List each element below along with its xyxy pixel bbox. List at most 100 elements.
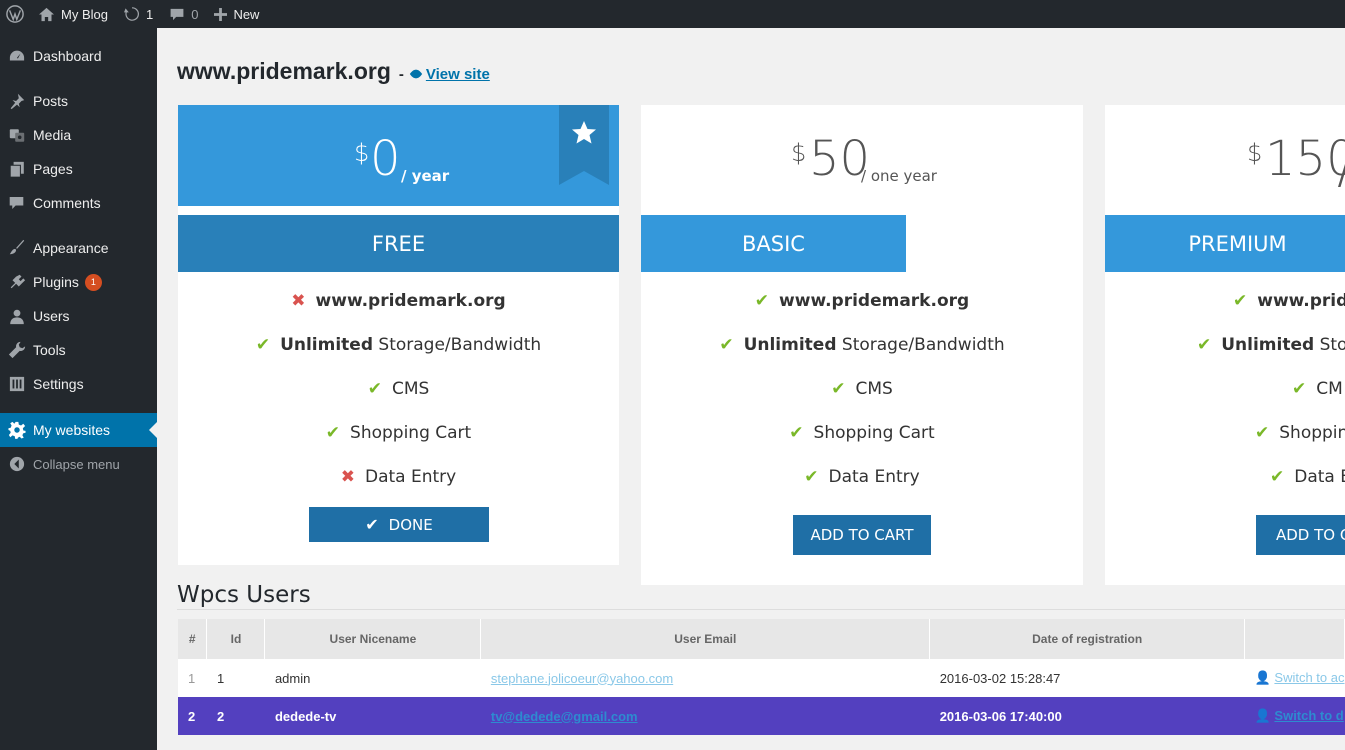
price-period: / bbox=[1338, 157, 1345, 192]
column-header[interactable]: Id bbox=[206, 619, 266, 659]
feature-bold-text: Unlimited bbox=[1221, 335, 1315, 355]
feature-text: Storage/Bandwidth bbox=[373, 335, 542, 355]
wordpress-logo-button[interactable] bbox=[0, 0, 30, 28]
switch-user-link[interactable]: Switch to d bbox=[1274, 708, 1343, 723]
plug-icon bbox=[10, 274, 25, 289]
wordpress-logo-icon bbox=[6, 5, 24, 23]
site-name-link[interactable]: My Blog bbox=[30, 0, 116, 28]
feature-row: ✔ CM bbox=[1292, 379, 1345, 399]
sidebar-item-label: Plugins bbox=[33, 274, 79, 290]
price-amount: 150 bbox=[1265, 131, 1345, 187]
row-number: 2 bbox=[178, 697, 207, 735]
check-icon: ✔ bbox=[831, 379, 846, 399]
feature-text: Stora bbox=[1319, 335, 1345, 355]
sidebar-item-settings[interactable]: Settings bbox=[0, 367, 157, 401]
star-ribbon-icon bbox=[559, 105, 609, 185]
sidebar-item-my-websites[interactable]: My websites bbox=[0, 413, 157, 447]
sidebar-item-users[interactable]: Users bbox=[0, 299, 157, 333]
plan-name: PREMIUM bbox=[1188, 231, 1287, 256]
feature-row: ✔ Unlimited Stora bbox=[1197, 335, 1345, 355]
sidebar-item-appearance[interactable]: Appearance bbox=[0, 231, 157, 265]
feature-text: CMS bbox=[855, 379, 893, 399]
check-icon: ✔ bbox=[325, 423, 341, 443]
user-nicename: admin bbox=[264, 659, 481, 697]
home-icon bbox=[39, 7, 54, 21]
check-icon: ✔ bbox=[255, 335, 271, 355]
feature-text: CM bbox=[1316, 379, 1343, 399]
view-site-label: View site bbox=[425, 65, 490, 83]
column-header bbox=[1244, 619, 1345, 659]
feature-text: Shopping Cart bbox=[350, 423, 472, 443]
sidebar-item-label: Posts bbox=[33, 93, 69, 109]
brush-icon bbox=[9, 239, 24, 255]
price-amount: 0 bbox=[370, 131, 401, 187]
users-table: # Id User Nicename User Email Date of re… bbox=[178, 619, 1345, 735]
check-icon: ✔ bbox=[1270, 467, 1285, 487]
sidebar-item-dashboard[interactable]: Dashboard bbox=[0, 39, 157, 73]
sidebar-item-posts[interactable]: Posts bbox=[0, 84, 157, 118]
feature-row: ✔ Shopping Cart bbox=[641, 423, 1083, 443]
price-header: $ 150 / bbox=[1105, 105, 1345, 206]
feature-row: ✔ CMS bbox=[641, 379, 1083, 399]
sidebar-item-comments[interactable]: Comments bbox=[0, 186, 157, 220]
add-to-cart-button[interactable]: ADD TO CART bbox=[793, 515, 931, 555]
pages-icon bbox=[9, 161, 24, 178]
feature-row: ✔ Data Entry bbox=[641, 467, 1083, 487]
price-currency: $ bbox=[791, 139, 807, 167]
cross-icon: ✖ bbox=[291, 291, 306, 311]
feature-row: ✖ www.pridemark.org bbox=[178, 291, 619, 311]
plan-name-bar: PREMIUM bbox=[1105, 215, 1345, 272]
sidebar-item-media[interactable]: Media bbox=[0, 118, 157, 152]
plan-name: BASIC bbox=[742, 231, 805, 256]
new-content-link[interactable]: New bbox=[206, 0, 267, 28]
done-button[interactable]: ✔ DONE bbox=[309, 507, 489, 542]
user-email-link[interactable]: tv@dedede@gmail.com bbox=[491, 709, 638, 724]
registration-date: 2016-03-06 17:40:00 bbox=[929, 697, 1245, 735]
user-id: 1 bbox=[206, 659, 265, 697]
pricing-card-premium: $ 150 / PREMIUM ✔ www.pride ✔ Unlimited St… bbox=[1105, 105, 1345, 585]
comments-link[interactable]: 0 bbox=[161, 0, 206, 28]
pricing-card-basic: $ 50 / one year BASIC ✔ www.pridemark.org… bbox=[641, 105, 1083, 585]
table-row[interactable]: 2 2 dedede-tv tv@dedede@gmail.com 2016-0… bbox=[178, 697, 1345, 735]
view-site-link[interactable]: View site bbox=[409, 66, 490, 83]
column-header[interactable]: User Nicename bbox=[264, 619, 482, 659]
column-header[interactable]: User Email bbox=[480, 619, 931, 659]
feature-bold-text: www.pridemark.org bbox=[315, 291, 506, 311]
check-icon: ✔ bbox=[804, 467, 819, 487]
sidebar-item-label: Pages bbox=[33, 161, 73, 177]
pricing-card-free: $ 0 / year FREE ✖ www.pridemark.org ✔ Unli… bbox=[178, 105, 619, 565]
updates-link[interactable]: 1 bbox=[116, 0, 161, 28]
price-currency: $ bbox=[1247, 139, 1263, 167]
price-header: $ 50 / one year bbox=[641, 105, 1083, 206]
switch-user-link[interactable]: Switch to ac bbox=[1274, 670, 1344, 685]
sidebar-item-plugins[interactable]: Plugins 1 bbox=[0, 265, 157, 299]
sidebar-item-label: Dashboard bbox=[33, 48, 102, 64]
sidebar-item-label: My websites bbox=[33, 422, 111, 438]
feature-bold-text: Unlimited bbox=[743, 335, 837, 355]
sidebar-item-tools[interactable]: Tools bbox=[0, 333, 157, 367]
column-header[interactable]: Date of registration bbox=[929, 619, 1246, 659]
users-section-title: Wpcs Users bbox=[177, 582, 311, 608]
add-to-cart-button[interactable]: ADD TO C bbox=[1256, 515, 1345, 555]
price-period: / year bbox=[401, 167, 450, 185]
check-icon: ✔ bbox=[365, 515, 379, 534]
feature-row: ✔ Unlimited Storage/Bandwidth bbox=[641, 335, 1083, 355]
table-row[interactable]: 1 1 admin stephane.jolicoeur@yahoo.com 2… bbox=[178, 659, 1345, 697]
feature-row: ✖ Data Entry bbox=[178, 467, 619, 487]
sidebar-item-label: Appearance bbox=[33, 240, 109, 256]
user-email-link[interactable]: stephane.jolicoeur@yahoo.com bbox=[491, 671, 673, 686]
site-domain-heading: www.pridemark.org bbox=[177, 58, 391, 84]
sidebar-item-label: Comments bbox=[33, 195, 101, 211]
feature-row: ✔ Shopping Cart bbox=[178, 423, 619, 443]
check-icon: ✔ bbox=[1255, 423, 1270, 443]
user-nicename: dedede-tv bbox=[264, 697, 481, 735]
collapse-menu-button[interactable]: Collapse menu bbox=[0, 447, 157, 481]
gear-icon bbox=[7, 421, 26, 439]
column-header[interactable]: # bbox=[178, 619, 208, 659]
admin-bar: My Blog 1 0 New bbox=[0, 0, 1345, 28]
sidebar-item-pages[interactable]: Pages bbox=[0, 152, 157, 186]
feature-text: CMS bbox=[391, 379, 430, 399]
plan-name: FREE bbox=[371, 231, 426, 256]
feature-text: Data Entry bbox=[828, 467, 920, 487]
new-label: New bbox=[233, 6, 260, 22]
